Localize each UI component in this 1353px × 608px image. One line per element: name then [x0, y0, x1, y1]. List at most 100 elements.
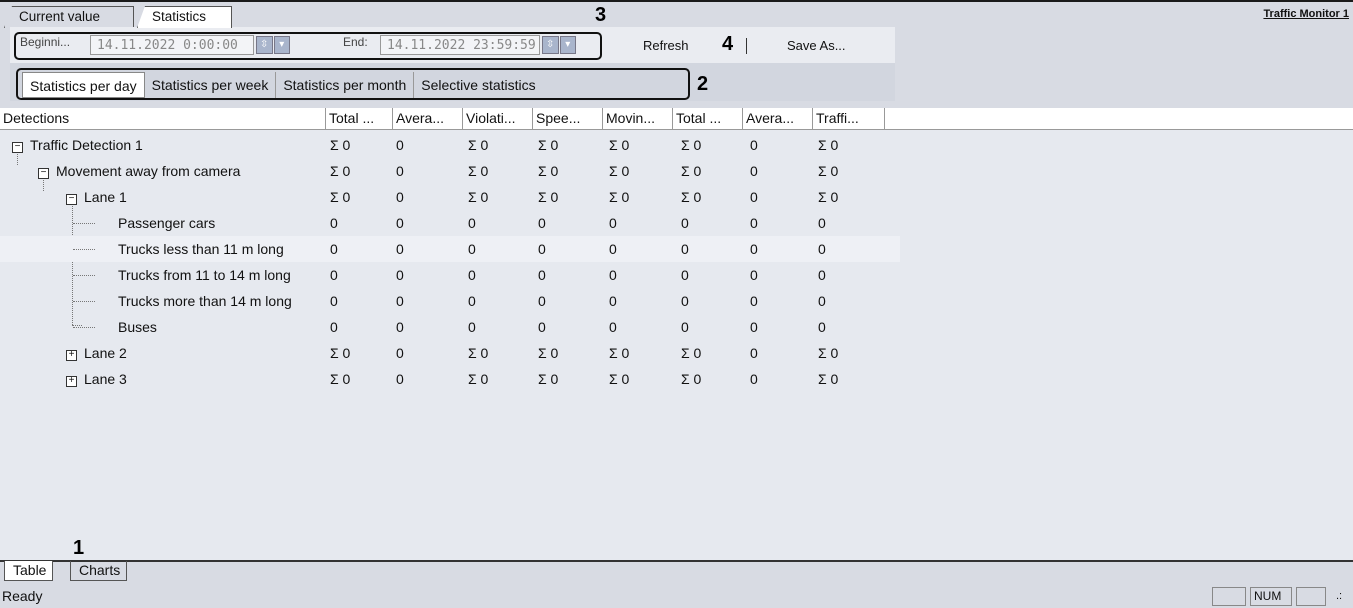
column-header-detections[interactable]: Detections	[0, 108, 326, 129]
table-cell: Σ 0	[681, 137, 702, 153]
row-name: + Lane 2	[66, 340, 312, 366]
tab-table[interactable]: Table	[4, 561, 54, 581]
table-cell: 0	[396, 371, 404, 387]
table-cell: 0	[396, 319, 404, 335]
row-label: Movement away from camera	[56, 163, 241, 179]
table-row[interactable]: Trucks less than 11 m long 0 0 0 0 0 0 0 0	[0, 236, 900, 262]
table-row[interactable]: − Movement away from camera Σ 0 0 Σ 0 Σ 0 Σ 0 Σ…	[0, 158, 900, 184]
table-row[interactable]: Trucks from 11 to 14 m long 0 0 0 0 0 0 0 0	[0, 262, 900, 288]
column-header[interactable]: Traffi...	[813, 108, 885, 129]
window-title: Traffic Monitor 1	[1263, 8, 1349, 20]
table-cell: 0	[750, 241, 758, 257]
table-cell: 0	[468, 267, 476, 283]
tree-line	[73, 327, 95, 328]
column-header[interactable]: Avera...	[743, 108, 813, 129]
table-cell: 0	[330, 293, 338, 309]
bottom-tab-strip: Table Charts	[0, 560, 1353, 584]
table-cell: 0	[609, 293, 617, 309]
table-row[interactable]: + Lane 2 Σ 0 0 Σ 0 Σ 0 Σ 0 Σ 0 0 Σ 0	[0, 340, 900, 366]
table-cell: Σ 0	[818, 137, 839, 153]
table-row[interactable]: Buses 0 0 0 0 0 0 0 0	[0, 314, 900, 340]
refresh-button[interactable]: Refresh	[643, 36, 689, 56]
table-cell: Σ 0	[468, 189, 489, 205]
row-label: Trucks more than 14 m long	[118, 293, 292, 309]
table-cell: 0	[396, 137, 404, 153]
table-row[interactable]: + Lane 3 Σ 0 0 Σ 0 Σ 0 Σ 0 Σ 0 0 Σ 0	[0, 366, 900, 392]
row-label: Lane 2	[84, 345, 127, 361]
table-cell: 0	[396, 189, 404, 205]
tab-current-value[interactable]: Current value	[4, 6, 134, 28]
table-cell: 0	[396, 163, 404, 179]
table-cell: 0	[538, 293, 546, 309]
column-header[interactable]: Movin...	[603, 108, 673, 129]
table-cell: 0	[818, 293, 826, 309]
table-cell: 0	[609, 241, 617, 257]
table-cell: 0	[330, 267, 338, 283]
table-cell: 0	[330, 319, 338, 335]
table-cell: 0	[538, 241, 546, 257]
table-cell: Σ 0	[330, 371, 351, 387]
column-header[interactable]: Spee...	[533, 108, 603, 129]
table-cell: Σ 0	[818, 163, 839, 179]
annotation-2: 2	[697, 73, 709, 95]
table-cell: 0	[750, 215, 758, 231]
row-name: + Lane 3	[66, 366, 312, 392]
table-cell: 0	[750, 163, 758, 179]
table-cell: 0	[396, 293, 404, 309]
tree-expander-icon[interactable]: +	[66, 350, 77, 361]
table-cell: 0	[750, 319, 758, 335]
table-cell: 0	[609, 319, 617, 335]
table-cell: Σ 0	[681, 163, 702, 179]
table-cell: 0	[468, 241, 476, 257]
column-header[interactable]: Avera...	[393, 108, 463, 129]
status-pane	[1296, 587, 1326, 606]
row-name: Trucks less than 11 m long	[118, 236, 310, 262]
status-text: Ready	[2, 588, 43, 604]
table-cell: Σ 0	[538, 189, 559, 205]
column-header[interactable]: Total ...	[326, 108, 393, 129]
tree-expander-icon[interactable]: −	[12, 142, 23, 153]
save-as-button[interactable]: Save As...	[787, 36, 846, 56]
annotation-3: 3	[595, 4, 607, 26]
table-cell: Σ 0	[681, 371, 702, 387]
tab-statistics[interactable]: Statistics	[137, 6, 232, 28]
table-cell: 0	[609, 215, 617, 231]
table-row[interactable]: − Traffic Detection 1 Σ 0 0 Σ 0 Σ 0 Σ 0 Σ 0 0 Σ 0	[0, 132, 900, 158]
table-row[interactable]: Passenger cars 0 0 0 0 0 0 0 0	[0, 210, 900, 236]
tree-expander-icon[interactable]: −	[38, 168, 49, 179]
table-cell: 0	[681, 319, 689, 335]
table-row[interactable]: Trucks more than 14 m long 0 0 0 0 0 0 0 0	[0, 288, 900, 314]
table-row[interactable]: − Lane 1 Σ 0 0 Σ 0 Σ 0 Σ 0 Σ 0 0 Σ 0	[0, 184, 900, 210]
status-bar: Ready NUM .:	[0, 585, 1353, 608]
table-cell: Σ 0	[609, 163, 630, 179]
row-name: Trucks from 11 to 14 m long	[118, 262, 310, 288]
tab-charts[interactable]: Charts	[70, 561, 128, 581]
table-cell: 0	[609, 267, 617, 283]
tree-expander-icon[interactable]: +	[66, 376, 77, 387]
table-cell: 0	[818, 319, 826, 335]
table-cell: 0	[681, 241, 689, 257]
resize-grip-icon[interactable]: .:	[1336, 585, 1342, 608]
table-cell: Σ 0	[538, 371, 559, 387]
row-label: Trucks from 11 to 14 m long	[118, 267, 291, 283]
statistics-table: Detections Total ... Avera... Violati...…	[0, 108, 1353, 560]
column-header[interactable]: Total ...	[673, 108, 743, 129]
table-cell: 0	[750, 267, 758, 283]
tree-line	[73, 301, 95, 302]
table-cell: Σ 0	[538, 163, 559, 179]
table-cell: Σ 0	[681, 345, 702, 361]
top-tab-strip: Current value Statistics Traffic Monitor…	[0, 0, 1353, 28]
table-cell: 0	[396, 267, 404, 283]
table-cell: Σ 0	[468, 345, 489, 361]
table-cell: 0	[750, 137, 758, 153]
row-name: Trucks more than 14 m long	[118, 288, 310, 314]
toolbar-separator	[746, 38, 747, 54]
table-cell: Σ 0	[538, 137, 559, 153]
tree-line	[73, 249, 95, 250]
table-cell: Σ 0	[609, 345, 630, 361]
column-header[interactable]: Violati...	[463, 108, 533, 129]
table-cell: Σ 0	[330, 189, 351, 205]
annotation-4: 4	[722, 33, 734, 55]
tree-expander-icon[interactable]: −	[66, 194, 77, 205]
row-name: − Lane 1	[66, 184, 312, 210]
